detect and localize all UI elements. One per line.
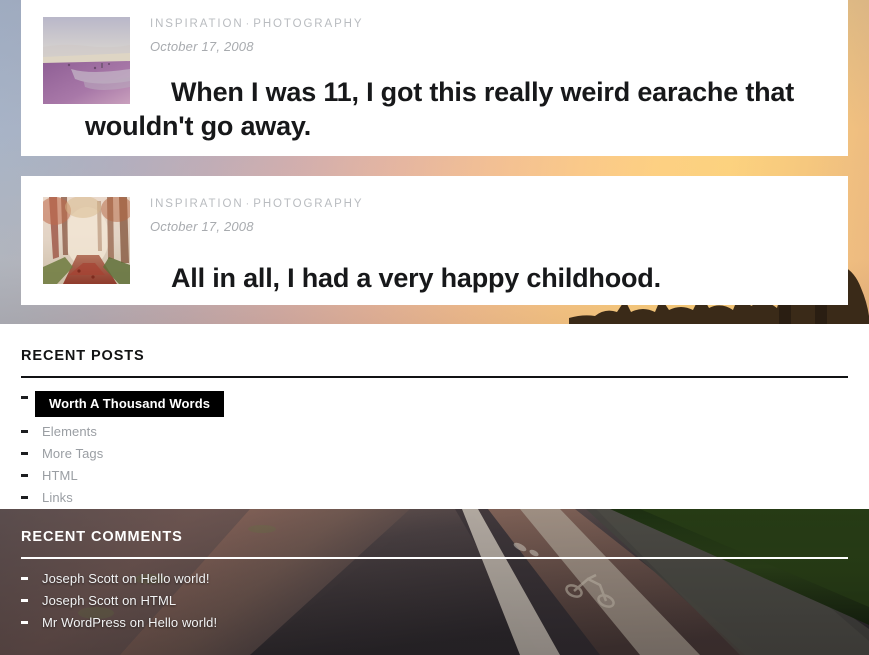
bullet-icon [21,496,28,499]
recent-comments-widget: RECENT COMMENTS Joseph Scott on Hello wo… [0,509,869,655]
recent-post-link[interactable]: Links [42,490,73,505]
list-item[interactable]: Joseph Scott on Hello world! [21,572,848,586]
list-item[interactable]: HTML [21,469,848,483]
post-thumbnail-forest[interactable] [43,197,130,284]
post-title[interactable]: When I was 11, I got this really weird e… [85,76,845,143]
category-label[interactable]: PHOTOGRAPHY [253,18,363,30]
list-item[interactable]: More Tags [21,447,848,461]
bullet-icon [21,577,28,580]
category-label[interactable]: INSPIRATION [150,198,244,210]
bullet-icon [21,474,28,477]
category-label[interactable]: INSPIRATION [150,18,244,30]
blog-page: INSPIRATION · PHOTOGRAPHY October 17, 2008… [0,0,869,655]
recent-post-link[interactable]: HTML [42,468,78,483]
recent-comment-link[interactable]: Mr WordPress on Hello world! [42,615,217,630]
list-item[interactable]: Mr WordPress on Hello world! [21,616,848,630]
category-separator: · [245,198,252,210]
category-label[interactable]: PHOTOGRAPHY [253,198,363,210]
widget-title: RECENT POSTS [21,348,145,364]
post-title-line-1: When I was 11, I got this really weird [171,77,631,107]
bullet-icon [21,430,28,433]
recent-post-link[interactable]: Worth A Thousand Words [35,391,225,417]
post-categories[interactable]: INSPIRATION · PHOTOGRAPHY [150,196,363,212]
list-item[interactable]: Elements [21,425,848,439]
bullet-icon [21,621,28,624]
recent-comment-link[interactable]: Joseph Scott on Hello world! [42,571,210,586]
post-card[interactable]: INSPIRATION · PHOTOGRAPHY October 17, 2008… [21,0,848,156]
list-item[interactable]: Worth A Thousand Words [21,391,848,417]
post-date: October 17, 2008 [150,219,254,234]
recent-posts-list: Worth A Thousand Words Elements More Tag… [21,391,848,505]
list-item[interactable]: Joseph Scott on HTML [21,594,848,608]
post-meta: INSPIRATION · PHOTOGRAPHY October 17, 2008 [150,16,363,55]
bullet-icon [21,396,28,399]
recent-posts-widget: RECENT POSTS Worth A Thousand Words Elem… [0,324,869,509]
bullet-icon [21,452,28,455]
post-date: October 17, 2008 [150,39,254,54]
category-separator: · [245,18,252,30]
recent-post-link[interactable]: More Tags [42,446,103,461]
widget-title: RECENT COMMENTS [21,529,183,545]
recent-post-link[interactable]: Elements [42,424,97,439]
list-item[interactable]: Links [21,491,848,505]
post-meta: INSPIRATION · PHOTOGRAPHY October 17, 2008 [150,196,363,235]
post-categories[interactable]: INSPIRATION · PHOTOGRAPHY [150,16,363,32]
post-card[interactable]: INSPIRATION · PHOTOGRAPHY October 17, 2008… [21,176,848,305]
bullet-icon [21,599,28,602]
recent-comment-link[interactable]: Joseph Scott on HTML [42,593,176,608]
recent-comments-list: Joseph Scott on Hello world! Joseph Scot… [21,572,848,630]
widget-divider [21,376,848,378]
post-title[interactable]: All in all, I had a very happy childhood… [171,262,851,296]
widget-divider [21,557,848,559]
